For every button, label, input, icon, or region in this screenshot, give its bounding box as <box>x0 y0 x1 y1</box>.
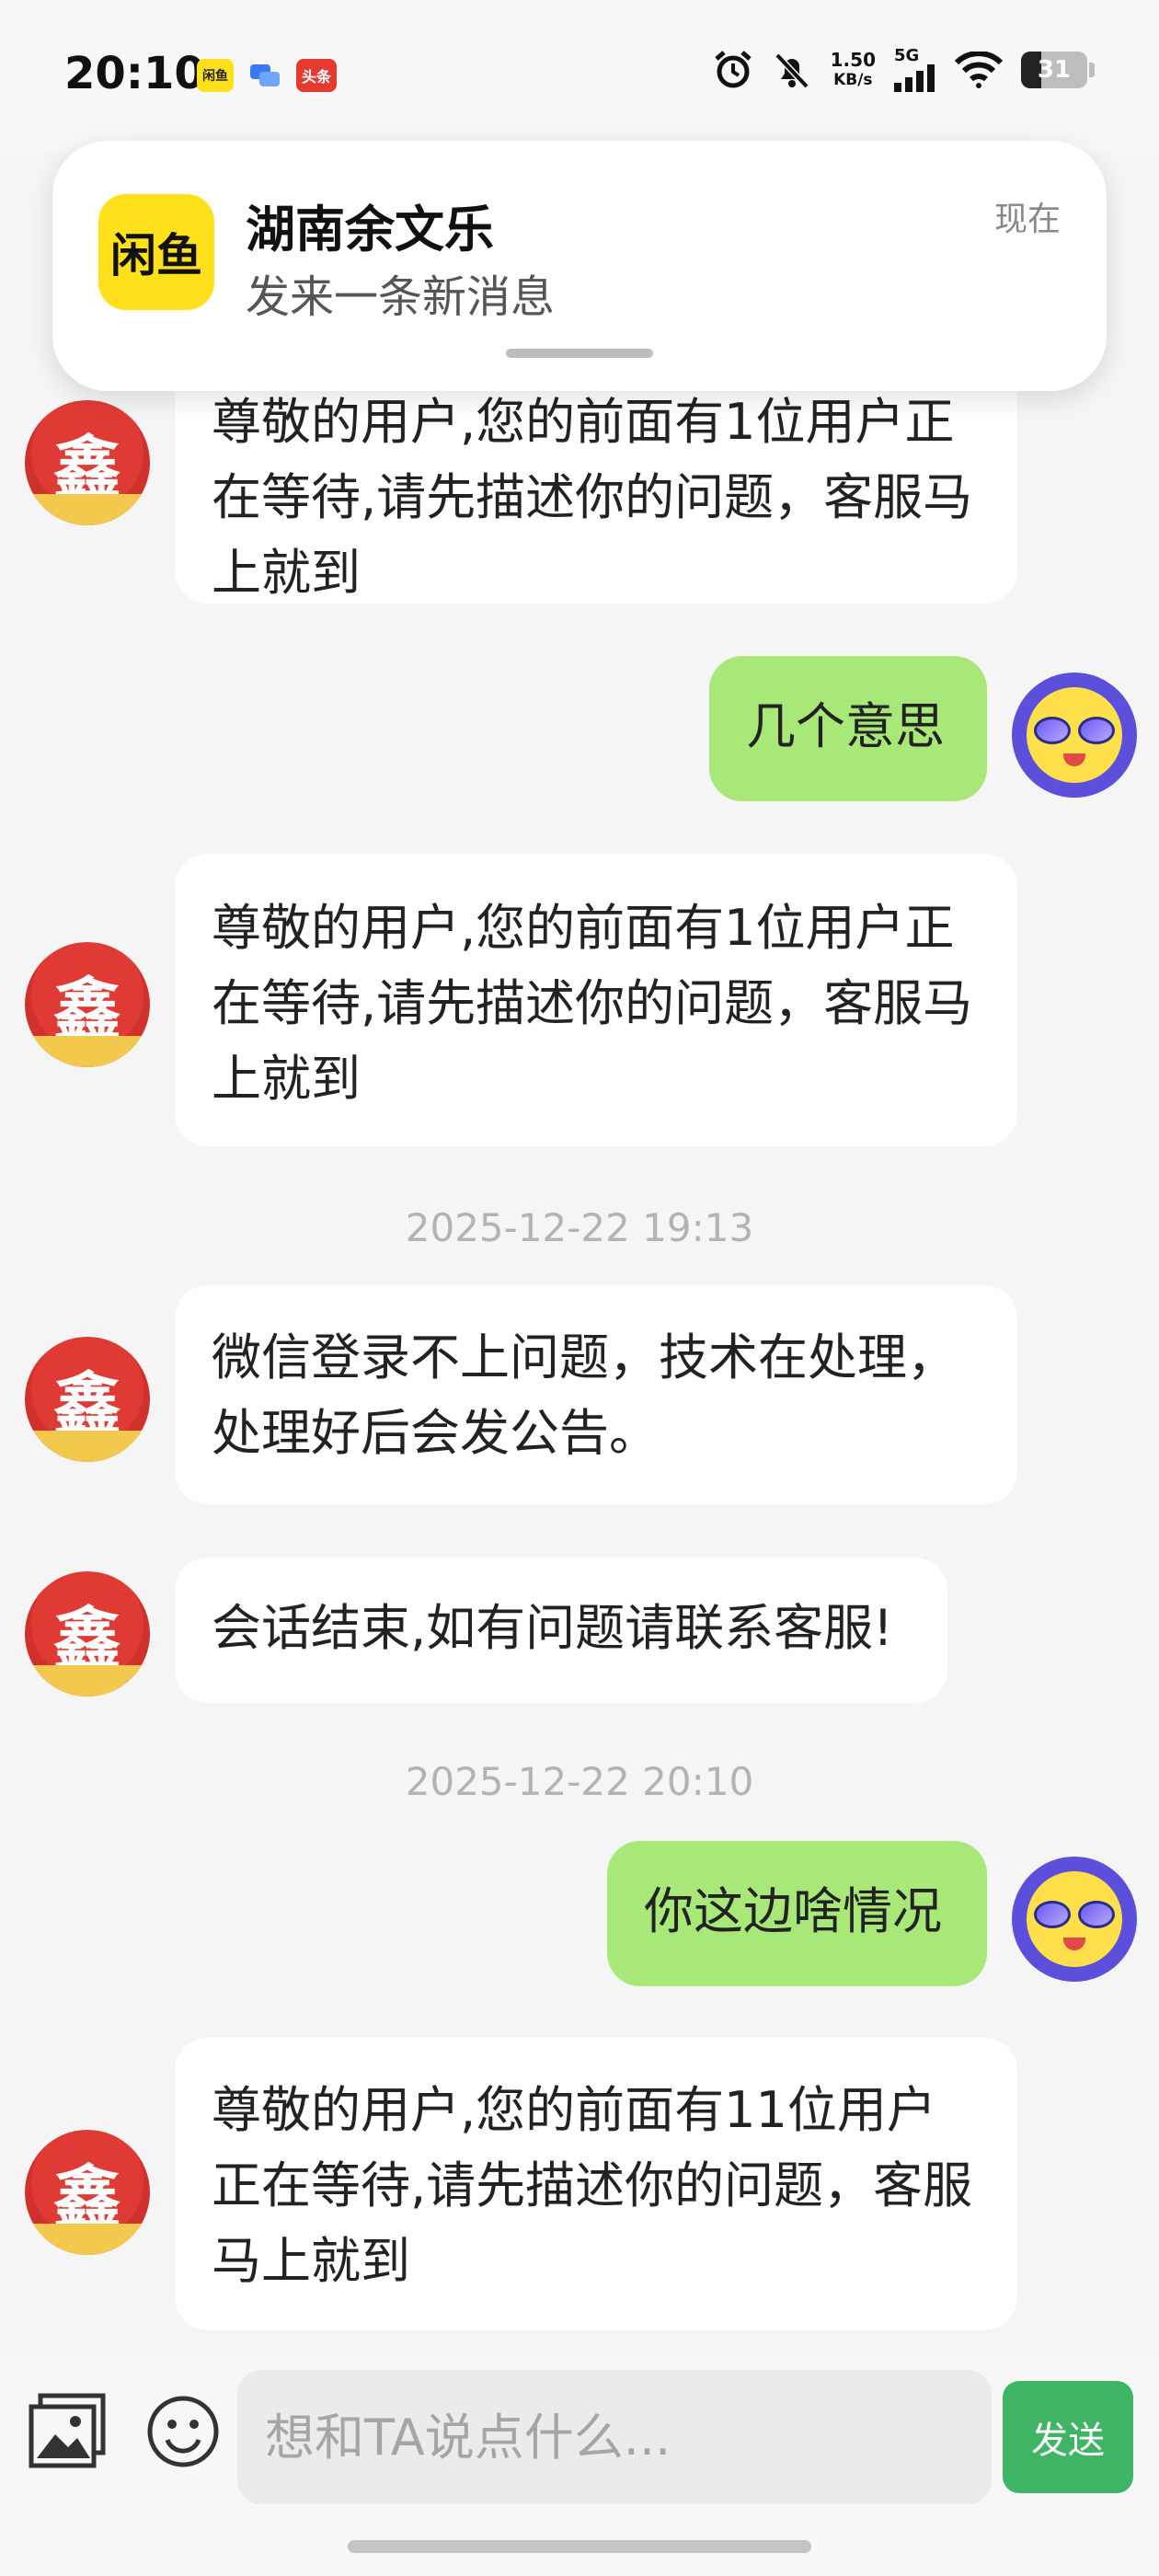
notification-body: 发来一条新消息 <box>246 271 556 323</box>
chat-timestamp: 2025-12-22 20:10 <box>405 1759 754 1804</box>
user-avatar[interactable] <box>1012 673 1137 798</box>
emoji-icon[interactable] <box>145 2394 221 2469</box>
service-message-bubble[interactable]: 会话结束,如有问题请联系客服! <box>175 1558 947 1703</box>
service-message-bubble[interactable]: 尊敬的用户,您的前面有11位用户正在等待,请先描述你的问题，客服马上就到 <box>175 2038 1017 2330</box>
notification-title: 湖南余文乐 <box>246 201 494 259</box>
image-gallery-icon[interactable] <box>28 2392 107 2469</box>
send-button[interactable]: 发送 <box>1003 2381 1133 2493</box>
message-input[interactable] <box>237 2370 992 2504</box>
signal-icon <box>894 64 935 92</box>
network-speed: 1.50 KB/s <box>831 50 876 90</box>
xianyu-app-icon: 闲鱼 <box>197 59 234 92</box>
service-avatar[interactable]: 鑫 <box>25 2130 150 2255</box>
status-bar: 20:10 闲鱼 头条 1.50 KB/s 5G 31 <box>0 0 1159 152</box>
battery-level: 31 <box>1037 56 1072 84</box>
network-speed-unit: KB/s <box>833 71 873 89</box>
notification-time: 现在 <box>993 201 1061 238</box>
service-message-bubble[interactable]: 尊敬的用户,您的前面有1位用户正在等待,请先描述你的问题，客服马上就到 <box>175 854 1017 1146</box>
service-avatar[interactable]: 鑫 <box>25 1337 150 1462</box>
xianyu-app-icon: 闲鱼 <box>98 194 214 310</box>
service-avatar[interactable]: 鑫 <box>25 942 150 1067</box>
service-avatar[interactable]: 鑫 <box>25 400 150 525</box>
user-message-bubble[interactable]: 你这边啥情况 <box>607 1841 987 1986</box>
battery-indicator: 31 <box>1021 52 1095 88</box>
status-right: 1.50 KB/s 5G 31 <box>713 48 1095 92</box>
notification-drag-handle[interactable] <box>506 349 653 358</box>
toutiao-app-icon: 头条 <box>296 59 337 92</box>
wifi-icon <box>955 52 1003 88</box>
user-message-bubble[interactable]: 几个意思 <box>709 656 987 801</box>
notification-banner[interactable]: 闲鱼 湖南余文乐 发来一条新消息 现在 <box>52 141 1107 391</box>
service-avatar[interactable]: 鑫 <box>25 1571 150 1696</box>
signal-group: 5G <box>894 48 936 92</box>
service-message-bubble[interactable]: 微信登录不上问题，技术在处理，处理好后会发公告。 <box>175 1285 1017 1504</box>
chat-timestamp: 2025-12-22 19:13 <box>405 1205 754 1250</box>
message-app-icon <box>247 59 283 92</box>
alarm-icon <box>714 51 752 88</box>
status-app-icons: 闲鱼 头条 <box>197 59 337 92</box>
network-type: 5G <box>894 46 920 65</box>
network-speed-value: 1.50 <box>830 49 876 71</box>
user-avatar[interactable] <box>1012 1857 1137 1982</box>
status-time: 20:10 <box>64 48 205 99</box>
home-indicator[interactable] <box>348 2540 811 2553</box>
mute-bell-icon <box>775 52 809 89</box>
